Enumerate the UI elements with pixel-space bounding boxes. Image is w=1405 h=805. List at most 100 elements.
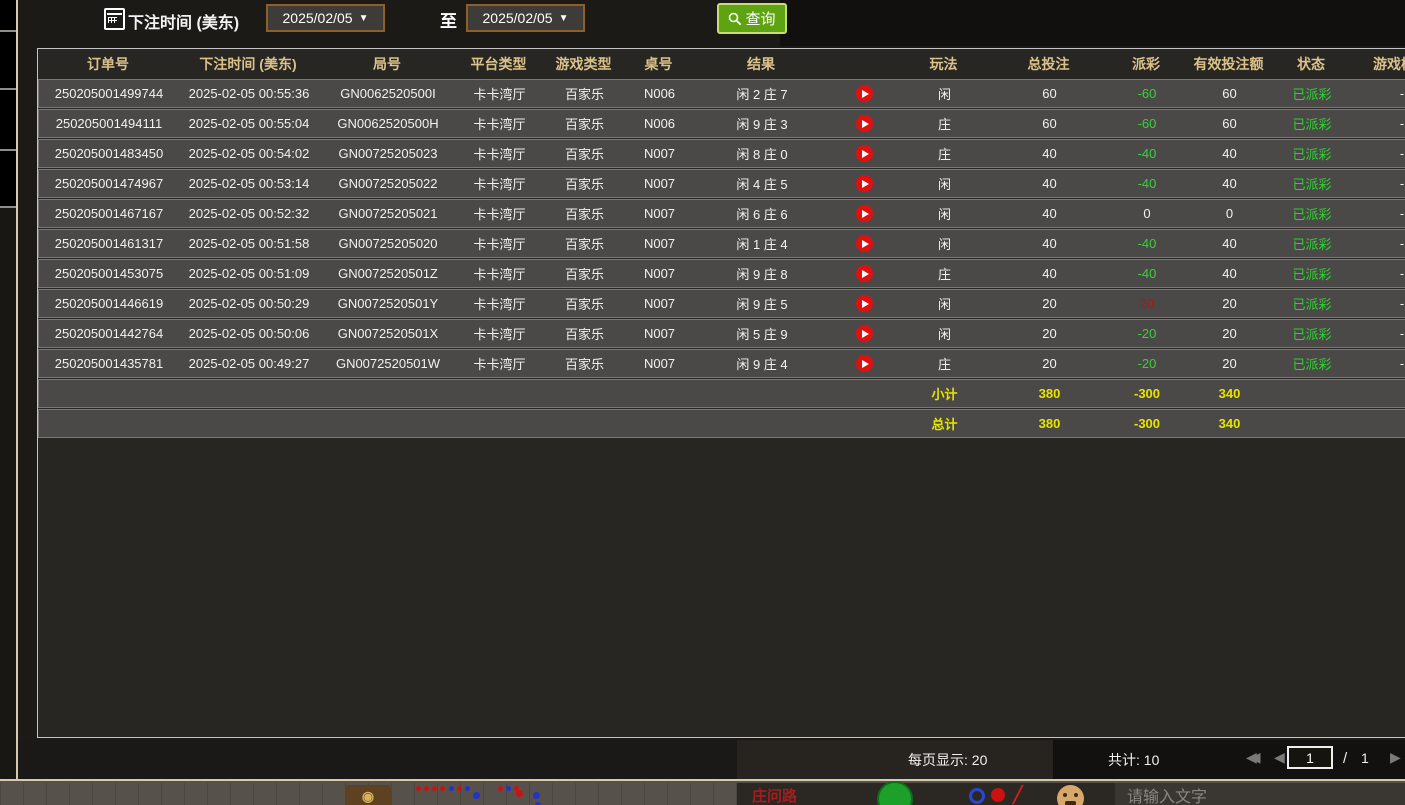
cell-valid_bet: 60 xyxy=(1187,80,1272,107)
date-to-picker[interactable]: 2025/02/05 ▼ xyxy=(466,4,585,32)
table-row: 2502050014613172025-02-05 00:51:58GN0072… xyxy=(38,229,1405,258)
replay-video-button[interactable] xyxy=(856,205,873,222)
banker-road-label: 庄问路 xyxy=(752,785,797,805)
replay-video-button[interactable] xyxy=(856,175,873,192)
cell-result: 闲 9 庄 5 xyxy=(692,290,832,317)
column-header: 下注时间 (美东) xyxy=(178,49,318,78)
table-row: 2502050014530752025-02-05 00:51:09GN0072… xyxy=(38,259,1405,288)
cell-payout: -300 xyxy=(1107,410,1187,437)
cell-replay xyxy=(832,200,897,227)
cell-total_bet: 20 xyxy=(992,350,1107,377)
cell-game_mode: - xyxy=(1352,200,1405,227)
query-button[interactable]: 查询 xyxy=(717,3,787,34)
query-button-label: 查询 xyxy=(745,8,775,29)
cell-total_bet: 40 xyxy=(992,170,1107,197)
cell-table_no: N007 xyxy=(627,290,692,317)
road-dot xyxy=(498,786,503,791)
cell-result: 闲 9 庄 3 xyxy=(692,110,832,137)
cell-status xyxy=(1272,410,1352,437)
cell-round_no: GN0072520501Y xyxy=(319,290,457,317)
cell-game_mode: - xyxy=(1352,350,1405,377)
cell-blank xyxy=(832,380,897,407)
cell-bet_time: 2025-02-05 00:52:32 xyxy=(179,200,319,227)
table-row: 2502050014466192025-02-05 00:50:29GN0072… xyxy=(38,289,1405,318)
bet-time-filter-label: 下注时间 (美东) xyxy=(128,9,239,33)
background-game-strip: ◉ 庄问路 ╱ 6 8庄闲! 请输入文字 xyxy=(0,779,1405,805)
cell-round_no: GN0062520500H xyxy=(319,110,457,137)
cell-total_bet: 20 xyxy=(992,290,1107,317)
cell-game_mode: - xyxy=(1352,110,1405,137)
cell-table_no: N007 xyxy=(627,260,692,287)
roadmap-toggle-icon[interactable]: ◉ xyxy=(345,785,391,805)
cell-play: 闲 xyxy=(897,170,992,197)
table-row: 2502050014427642025-02-05 00:50:06GN0072… xyxy=(38,319,1405,348)
calendar-icon xyxy=(104,8,125,30)
column-header: 游戏类型 xyxy=(541,49,626,78)
cell-table_no: N007 xyxy=(627,200,692,227)
table-row: 2502050014357812025-02-05 00:49:27GN0072… xyxy=(38,349,1405,378)
next-page-icon[interactable]: ▶ xyxy=(1390,749,1401,766)
cell-bet_time xyxy=(179,410,319,437)
left-edge-segment xyxy=(0,32,16,90)
page-number-input[interactable] xyxy=(1287,746,1333,769)
cell-game_mode xyxy=(1352,410,1405,437)
cell-replay xyxy=(832,290,897,317)
cell-order_no: 250205001467167 xyxy=(39,200,179,227)
cell-game_mode: - xyxy=(1352,260,1405,287)
cell-status: 已派彩 xyxy=(1272,80,1352,107)
replay-video-button[interactable] xyxy=(856,355,873,372)
left-edge-segment xyxy=(0,90,16,151)
cell-total_bet: 380 xyxy=(992,380,1107,407)
replay-video-button[interactable] xyxy=(856,325,873,342)
cell-order_no: 250205001483450 xyxy=(39,140,179,167)
left-edge-segment xyxy=(0,151,16,208)
cell-status: 已派彩 xyxy=(1272,230,1352,257)
cell-status: 已派彩 xyxy=(1272,110,1352,137)
cell-valid_bet: 340 xyxy=(1187,410,1272,437)
total-count-label: 共计: 10 xyxy=(1108,750,1159,770)
column-header: 总投注 xyxy=(991,49,1106,78)
cell-platform: 卡卡湾厅 xyxy=(457,80,542,107)
emoji-icon[interactable] xyxy=(1057,785,1084,805)
replay-video-button[interactable] xyxy=(856,295,873,312)
cell-table_no: N007 xyxy=(627,230,692,257)
cell-platform xyxy=(457,410,542,437)
first-page-icon[interactable]: ◀◀ xyxy=(1246,749,1254,766)
column-header: 桌号 xyxy=(626,49,691,78)
date-from-picker[interactable]: 2025/02/05 ▼ xyxy=(266,4,385,32)
prev-page-icon[interactable]: ◀ xyxy=(1274,749,1285,766)
replay-video-button[interactable] xyxy=(856,265,873,282)
column-header xyxy=(831,49,896,78)
cell-result: 闲 2 庄 7 xyxy=(692,80,832,107)
column-header: 结果 xyxy=(691,49,831,78)
cell-bet_time: 2025-02-05 00:50:29 xyxy=(179,290,319,317)
chat-input[interactable]: 请输入文字 xyxy=(1115,783,1405,805)
cell-table_no: N006 xyxy=(627,110,692,137)
cell-order_no: 250205001446619 xyxy=(39,290,179,317)
cell-order_no xyxy=(39,410,179,437)
cell-game_type: 百家乐 xyxy=(542,170,627,197)
table-row: 2502050014941112025-02-05 00:55:04GN0062… xyxy=(38,109,1405,138)
bet-history-table: 订单号下注时间 (美东)局号平台类型游戏类型桌号结果玩法总投注派彩有效投注额状态… xyxy=(37,48,1405,738)
pager-panel xyxy=(737,740,1053,779)
cell-game_type: 百家乐 xyxy=(542,230,627,257)
cell-round_no xyxy=(319,410,457,437)
cell-game_mode: - xyxy=(1352,290,1405,317)
replay-video-button[interactable] xyxy=(856,85,873,102)
replay-video-button[interactable] xyxy=(856,115,873,132)
cell-order_no: 250205001461317 xyxy=(39,230,179,257)
cell-replay xyxy=(832,260,897,287)
replay-video-button[interactable] xyxy=(856,235,873,252)
cell-payout: -20 xyxy=(1107,320,1187,347)
cell-replay xyxy=(832,140,897,167)
cell-replay xyxy=(832,80,897,107)
cell-round_no: GN00725205020 xyxy=(319,230,457,257)
column-header: 派彩 xyxy=(1106,49,1186,78)
replay-video-button[interactable] xyxy=(856,145,873,162)
cell-replay xyxy=(832,350,897,377)
cell-valid_bet: 340 xyxy=(1187,380,1272,407)
cell-result xyxy=(692,380,832,407)
cell-valid_bet: 20 xyxy=(1187,320,1272,347)
cell-platform: 卡卡湾厅 xyxy=(457,110,542,137)
cell-valid_bet: 40 xyxy=(1187,260,1272,287)
